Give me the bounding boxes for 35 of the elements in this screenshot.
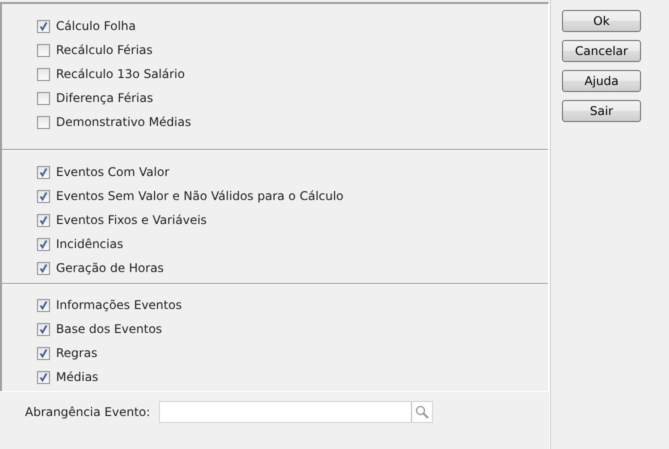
checkbox-label: Cálculo Folha	[56, 19, 136, 33]
checkbox-label: Recálculo Férias	[56, 43, 153, 57]
checkbox[interactable]	[37, 262, 50, 274]
checkbox[interactable]	[37, 116, 50, 128]
dialog-button[interactable]: Cancelar	[562, 40, 641, 62]
checkbox-label: Recálculo 13o Salário	[56, 67, 185, 81]
checkbox[interactable]	[37, 322, 50, 336]
checkbox[interactable]	[37, 298, 50, 312]
checkbox-label: Base dos Eventos	[56, 322, 162, 336]
checkbox-label: Eventos Fixos e Variáveis	[56, 213, 207, 227]
checkbox[interactable]	[37, 68, 50, 80]
dialog-button[interactable]: Ok	[562, 10, 641, 32]
checkbox[interactable]	[37, 346, 50, 360]
checkbox[interactable]	[37, 190, 50, 202]
checkbox-label: Diferença Férias	[56, 91, 154, 105]
checkbox-label: Informações Eventos	[56, 298, 182, 312]
checkbox[interactable]	[37, 44, 50, 56]
search-icon[interactable]	[415, 405, 430, 419]
checkbox[interactable]	[37, 214, 50, 226]
dialog-button[interactable]: Sair	[562, 100, 641, 122]
checkbox-label: Geração de Horas	[56, 261, 164, 275]
checkbox[interactable]	[37, 20, 50, 32]
checkbox[interactable]	[37, 166, 50, 178]
checkbox-label: Incidências	[56, 237, 124, 251]
search-field[interactable]	[159, 401, 434, 423]
checkbox-label: Eventos Sem Valor e Não Válidos para o Cálculo	[56, 189, 344, 203]
dialog-button[interactable]: Ajuda	[562, 70, 641, 92]
checkbox-label: Regras	[56, 346, 98, 360]
checkbox[interactable]	[37, 238, 50, 250]
checkbox[interactable]	[37, 92, 50, 104]
checkbox-label: Eventos Com Valor	[56, 165, 170, 179]
field-label: Abrangência Evento:	[25, 405, 150, 419]
checkbox[interactable]	[37, 370, 50, 384]
checkbox-label: Demonstrativo Médias	[56, 115, 192, 129]
checkbox-label: Médias	[56, 370, 98, 384]
